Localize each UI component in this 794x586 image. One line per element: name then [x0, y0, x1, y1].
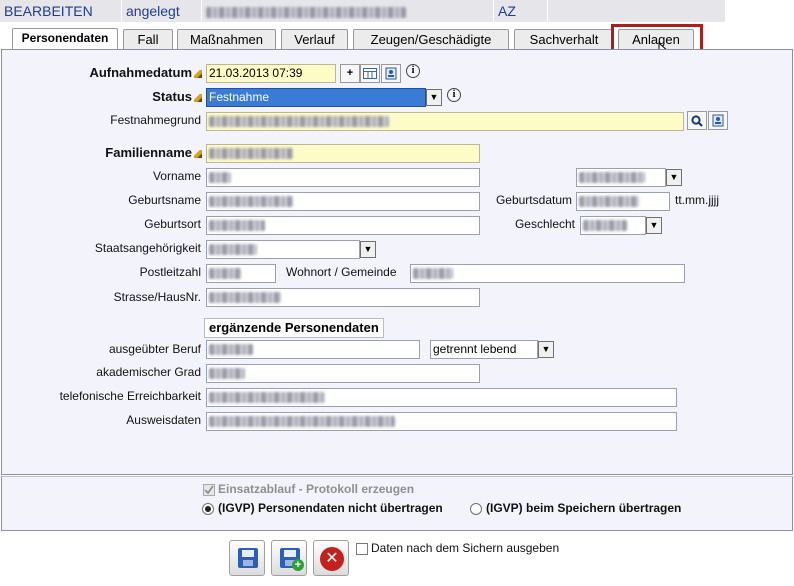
radio-beim-label: (IGVP) beim Speichern übertragen [486, 501, 682, 515]
dropdown-arrow-icon[interactable]: ▼ [360, 241, 376, 258]
festnahmegrund-field[interactable] [206, 112, 684, 131]
dropdown-arrow-icon[interactable]: ▼ [646, 217, 662, 234]
info-icon[interactable]: i [447, 88, 461, 102]
redacted-text [209, 368, 245, 380]
az-value [548, 0, 726, 22]
plus-icon: + [292, 559, 304, 571]
save-button[interactable] [229, 540, 265, 576]
ausgeben-label: Daten nach dem Sichern ausgeben [371, 541, 560, 555]
info-icon[interactable]: i [406, 64, 420, 78]
dropdown-arrow-icon[interactable]: ▼ [538, 341, 554, 358]
vorname-field[interactable] [206, 168, 480, 187]
pencil-icon [194, 149, 202, 158]
grad-label: akademischer Grad [96, 365, 201, 379]
section-title: ergänzende Personendaten [204, 318, 384, 338]
familienstand-select[interactable]: getrennt lebend [430, 340, 538, 359]
redacted-text [579, 172, 645, 184]
tab-massnahmen[interactable]: Maßnahmen [177, 29, 276, 49]
redacted-text [579, 196, 639, 208]
strasse-field[interactable] [206, 288, 480, 307]
postleitzahl-label: Postleitzahl [139, 265, 201, 279]
redacted-text [209, 244, 257, 256]
redacted-text [209, 268, 241, 280]
radio-beim-speichern[interactable] [470, 503, 482, 515]
ausweis-label: Ausweisdaten [126, 413, 201, 427]
grad-field[interactable] [206, 364, 480, 383]
redacted-text [209, 196, 293, 208]
tab-fall[interactable]: Fall [123, 29, 173, 49]
status-field-label: Status [20, 89, 202, 104]
status-select[interactable]: Festnahme [206, 88, 426, 107]
beruf-label: ausgeübter Beruf [108, 342, 201, 356]
radio-nicht-label: (IGVP) Personendaten nicht übertragen [218, 501, 443, 515]
telefon-field[interactable] [206, 388, 677, 407]
protokoll-checkbox[interactable] [203, 484, 215, 496]
select-redacted[interactable] [576, 168, 666, 187]
geschlecht-select[interactable] [580, 216, 646, 235]
redacted-text [209, 172, 231, 184]
radio-nicht-uebertragen[interactable] [202, 503, 214, 515]
tab-personendaten[interactable]: Personendaten [12, 28, 118, 50]
aufnahmedatum-field[interactable]: 21.03.2013 07:39 [206, 64, 336, 83]
tab-sachverhalt[interactable]: Sachverhalt [514, 29, 614, 49]
festnahmegrund-label: Festnahmegrund [110, 113, 201, 127]
beruf-field[interactable] [206, 340, 420, 359]
aufnahmedatum-label: Aufnahmedatum [20, 65, 202, 80]
ausweis-field[interactable] [206, 412, 677, 431]
redacted-text [209, 148, 293, 160]
strasse-label: Strasse/HausNr. [113, 290, 201, 304]
phonebook-icon[interactable] [708, 111, 728, 130]
geburtsort-field[interactable] [206, 216, 480, 235]
cancel-icon: ✕ [320, 547, 344, 571]
pencil-icon [194, 69, 202, 78]
geburtsdatum-label: Geburtsdatum [495, 193, 572, 207]
redacted-text [209, 392, 325, 404]
tab-zeugen[interactable]: Zeugen/Geschädigte [353, 29, 509, 49]
dropdown-arrow-icon[interactable]: ▼ [426, 89, 442, 106]
redacted-text [206, 6, 406, 18]
az-label: AZ [494, 0, 548, 22]
ausgeben-checkbox[interactable] [356, 543, 368, 555]
calendar-icon[interactable] [360, 64, 380, 83]
calendar-plus-icon[interactable]: + [340, 64, 360, 83]
telefon-label: telefonische Erreichbarkeit [59, 389, 201, 403]
dropdown-arrow-icon[interactable]: ▼ [666, 169, 682, 186]
redacted-text [209, 220, 265, 232]
search-icon[interactable] [687, 111, 707, 130]
status-label: angelegt [122, 0, 202, 22]
save-icon [238, 548, 258, 568]
geburtsdatum-field[interactable] [576, 192, 670, 211]
geburtsname-field[interactable] [206, 192, 480, 211]
vorname-label: Vorname [152, 169, 201, 183]
tab-verlauf[interactable]: Verlauf [281, 29, 348, 49]
redacted-text [583, 220, 627, 232]
staatsangehoerigkeit-select[interactable] [206, 240, 360, 259]
wohnort-label: Wohnort / Gemeinde [286, 265, 397, 279]
geburtsname-label: Geburtsname [128, 193, 201, 207]
case-title [202, 0, 494, 22]
pencil-icon [194, 93, 202, 102]
save-new-button[interactable]: + [271, 540, 307, 576]
mode-label: BEARBEITEN [0, 0, 122, 22]
familienname-field[interactable] [206, 144, 480, 163]
geburtsort-label: Geburtsort [144, 217, 201, 231]
redacted-text [209, 292, 281, 304]
phonebook-icon[interactable] [381, 64, 401, 83]
redacted-text [209, 116, 389, 128]
redacted-text [209, 416, 395, 428]
familienname-label: Familienname [20, 145, 202, 160]
geschlecht-label: Geschlecht [514, 217, 575, 231]
cancel-button[interactable]: ✕ [313, 540, 349, 576]
redacted-text [209, 344, 253, 356]
staatsangehoerigkeit-label: Staatsangehörigkeit [94, 241, 201, 255]
protokoll-label: Einsatzablauf - Protokoll erzeugen [218, 482, 415, 496]
redacted-text [413, 268, 453, 280]
postleitzahl-field[interactable] [206, 264, 276, 283]
wohnort-field[interactable] [410, 264, 685, 283]
date-format-hint: tt.mm.jjjj [675, 193, 719, 207]
